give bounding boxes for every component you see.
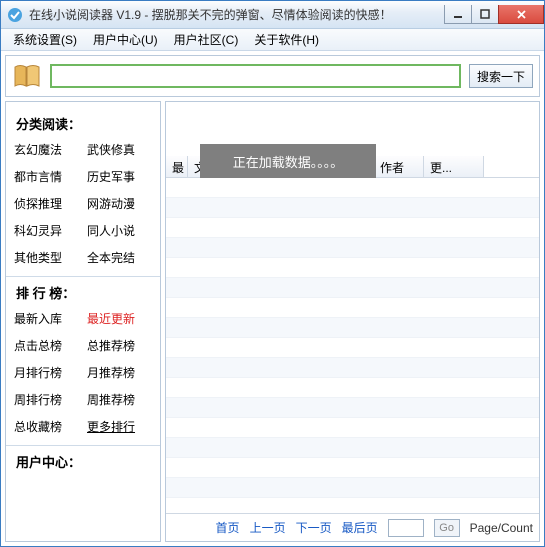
rank-link[interactable]: 更多排行 xyxy=(87,418,152,435)
menubar: 系统设置(S)用户中心(U)用户社区(C)关于软件(H) xyxy=(1,29,544,51)
body: 分类阅读： 玄幻魔法武侠修真都市言情历史军事侦探推理网游动漫科幻灵异同人小说其他… xyxy=(5,101,540,542)
table-row[interactable] xyxy=(166,458,539,478)
section-user-title: 用户中心： xyxy=(16,452,152,471)
table-row[interactable] xyxy=(166,378,539,398)
genre-grid: 玄幻魔法武侠修真都市言情历史军事侦探推理网游动漫科幻灵异同人小说其他类型全本完结 xyxy=(14,141,152,266)
main-panel: 正在加载数据。。。。 最文作者更... 首页 上一页 下一页 最后页 Go Pa… xyxy=(165,101,540,542)
pager: 首页 上一页 下一页 最后页 Go Page/Count xyxy=(166,513,539,541)
genre-link[interactable]: 玄幻魔法 xyxy=(14,141,79,158)
table-row[interactable] xyxy=(166,398,539,418)
table-body xyxy=(166,178,539,513)
titlebar[interactable]: 在线小说阅读器 V1.9 - 摆脱那关不完的弹窗、尽情体验阅读的快感！ xyxy=(1,1,544,29)
column-header[interactable]: 最 xyxy=(166,156,188,177)
rank-grid: 最新入库最近更新点击总榜总推荐榜月排行榜月推荐榜周排行榜周推荐榜总收藏榜更多排行 xyxy=(14,310,152,435)
menu-item[interactable]: 用户社区(C) xyxy=(166,29,247,50)
table-row[interactable] xyxy=(166,258,539,278)
genre-link[interactable]: 全本完结 xyxy=(87,249,152,266)
maximize-button[interactable] xyxy=(471,5,499,24)
table-row[interactable] xyxy=(166,438,539,458)
rank-link[interactable]: 月推荐榜 xyxy=(87,364,152,381)
menu-item[interactable]: 用户中心(U) xyxy=(85,29,166,50)
table-row[interactable] xyxy=(166,358,539,378)
pager-last[interactable]: 最后页 xyxy=(342,519,378,536)
table-row[interactable] xyxy=(166,218,539,238)
genre-link[interactable]: 其他类型 xyxy=(14,249,79,266)
rank-link[interactable]: 周推荐榜 xyxy=(87,391,152,408)
table-row[interactable] xyxy=(166,318,539,338)
table-row[interactable] xyxy=(166,418,539,438)
genre-link[interactable]: 武侠修真 xyxy=(87,141,152,158)
table-row[interactable] xyxy=(166,198,539,218)
menu-item[interactable]: 关于软件(H) xyxy=(246,29,327,50)
sidebar: 分类阅读： 玄幻魔法武侠修真都市言情历史军事侦探推理网游动漫科幻灵异同人小说其他… xyxy=(5,101,161,542)
close-button[interactable] xyxy=(498,5,544,24)
search-button[interactable]: 搜索一下 xyxy=(469,64,533,88)
section-ranks-title: 排 行 榜： xyxy=(16,283,152,302)
pager-prev[interactable]: 上一页 xyxy=(250,519,286,536)
rank-link[interactable]: 最新入库 xyxy=(14,310,79,327)
pager-page-input[interactable] xyxy=(388,519,424,537)
divider xyxy=(6,276,160,277)
toolbar: 搜索一下 xyxy=(5,55,540,97)
table-row[interactable] xyxy=(166,338,539,358)
minimize-button[interactable] xyxy=(444,5,472,24)
loading-toast: 正在加载数据。。。。 xyxy=(200,144,376,178)
column-header[interactable]: 作者 xyxy=(374,156,424,177)
menu-item[interactable]: 系统设置(S) xyxy=(5,29,85,50)
genre-link[interactable]: 历史军事 xyxy=(87,168,152,185)
table-row[interactable] xyxy=(166,178,539,198)
rank-link[interactable]: 点击总榜 xyxy=(14,337,79,354)
rank-link[interactable]: 月排行榜 xyxy=(14,364,79,381)
app-icon xyxy=(7,7,23,23)
table-row[interactable] xyxy=(166,498,539,513)
rank-link[interactable]: 周排行榜 xyxy=(14,391,79,408)
genre-link[interactable]: 都市言情 xyxy=(14,168,79,185)
section-genres-title: 分类阅读： xyxy=(16,114,152,133)
rank-link[interactable]: 总推荐榜 xyxy=(87,337,152,354)
column-header[interactable]: 更... xyxy=(424,156,484,177)
genre-link[interactable]: 网游动漫 xyxy=(87,195,152,212)
pager-go-button[interactable]: Go xyxy=(434,519,460,537)
book-icon xyxy=(12,63,42,89)
pager-page-count: Page/Count xyxy=(470,521,533,535)
search-input[interactable] xyxy=(50,64,461,88)
pager-first[interactable]: 首页 xyxy=(216,519,240,536)
table-row[interactable] xyxy=(166,278,539,298)
window-controls xyxy=(445,5,544,24)
rank-link[interactable]: 最近更新 xyxy=(87,310,152,327)
genre-link[interactable]: 同人小说 xyxy=(87,222,152,239)
app-window: 在线小说阅读器 V1.9 - 摆脱那关不完的弹窗、尽情体验阅读的快感！ 系统设置… xyxy=(0,0,545,547)
pager-next[interactable]: 下一页 xyxy=(296,519,332,536)
window-title: 在线小说阅读器 V1.9 - 摆脱那关不完的弹窗、尽情体验阅读的快感！ xyxy=(29,6,445,23)
rank-link[interactable]: 总收藏榜 xyxy=(14,418,79,435)
table-row[interactable] xyxy=(166,298,539,318)
genre-link[interactable]: 侦探推理 xyxy=(14,195,79,212)
table-row[interactable] xyxy=(166,238,539,258)
genre-link[interactable]: 科幻灵异 xyxy=(14,222,79,239)
table-row[interactable] xyxy=(166,478,539,498)
divider xyxy=(6,445,160,446)
